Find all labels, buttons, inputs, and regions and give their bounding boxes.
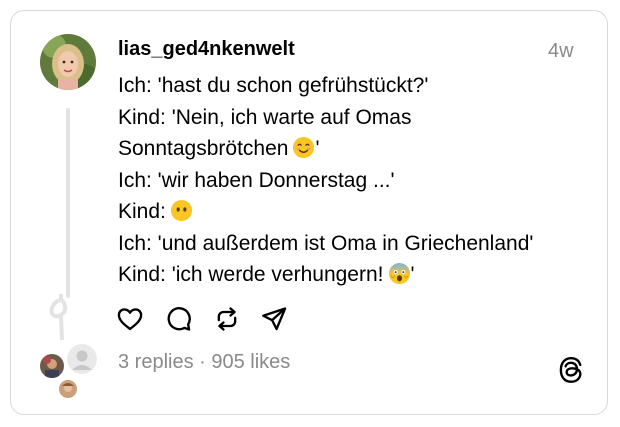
comment-icon[interactable]	[164, 305, 192, 333]
screaming-face-emoji	[388, 262, 411, 295]
thread-line	[66, 108, 70, 298]
post-stats[interactable]: 3 replies · 905 likes	[118, 351, 290, 374]
face-without-mouth-emoji	[170, 199, 193, 232]
replier-avatar[interactable]	[59, 380, 77, 398]
replier-avatar[interactable]	[40, 354, 64, 378]
post-line: Kind: 'Nein, ich warte auf Omas	[118, 105, 412, 129]
post-line: Sonntagsbrötchen '	[118, 133, 588, 165]
heart-icon[interactable]	[116, 305, 144, 333]
repost-icon[interactable]	[213, 305, 241, 333]
threads-logo-icon[interactable]	[558, 356, 584, 384]
smiling-face-emoji	[292, 136, 315, 169]
post-text: Ich: 'hast du schon gefrühstückt?' Kind:…	[118, 70, 588, 291]
replier-avatar-placeholder[interactable]	[67, 344, 97, 374]
post-line: Ich: 'wir haben Donnerstag ...'	[118, 168, 395, 192]
username[interactable]: lias_ged4nkenwelt	[118, 38, 295, 61]
avatar[interactable]	[40, 34, 96, 90]
post-time: 4w	[548, 40, 574, 62]
post-line: Kind:	[118, 196, 588, 228]
share-icon[interactable]	[260, 305, 288, 333]
post-line: Ich: 'und außerdem ist Oma in Griechenla…	[118, 231, 534, 255]
thread-loop-icon	[49, 294, 68, 340]
post-line: Ich: 'hast du schon gefrühstückt?'	[118, 74, 429, 97]
post-line: Kind: 'ich werde verhungern! '	[118, 259, 588, 291]
